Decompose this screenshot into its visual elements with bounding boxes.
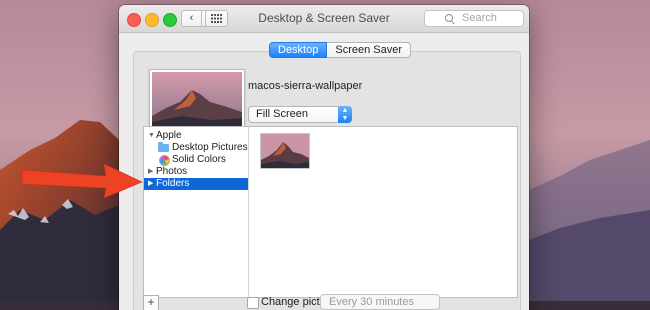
callout-arrow-icon bbox=[21, 163, 143, 199]
